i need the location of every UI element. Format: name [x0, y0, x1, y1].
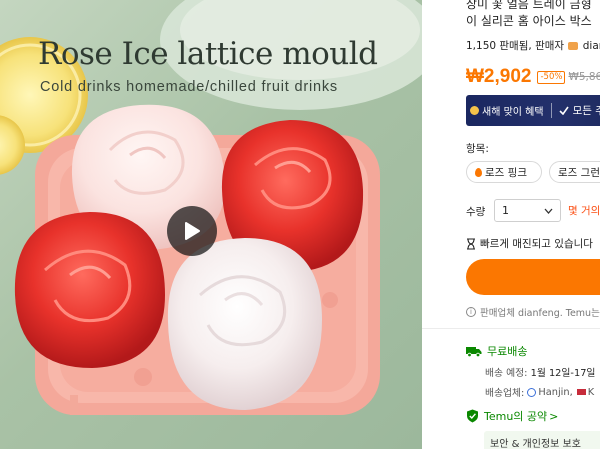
rose-white: [167, 238, 322, 410]
seller-note: i 판매업체 dianfeng. Temu는: [466, 305, 600, 319]
carrier-label: 배송업체:: [485, 388, 525, 399]
security-text: 보안 & 개인정보 보호: [490, 438, 581, 449]
security-privacy-box[interactable]: 보안 & 개인정보 보호: [484, 431, 600, 449]
promo-icon: [470, 106, 479, 115]
delivery-label: 배송 예정:: [485, 368, 528, 379]
korea-post-logo-icon: [576, 389, 586, 395]
promise-text: Temu의 공약: [484, 410, 548, 423]
hero-title: Rose Ice lattice mould: [38, 36, 378, 72]
free-shipping-row[interactable]: 무료배송: [466, 343, 527, 359]
delivery-estimate: 배송 예정: 1월 12일-17일: [485, 365, 595, 379]
chevron-right-icon: >: [549, 409, 559, 423]
check-icon: [558, 106, 569, 115]
seller-name[interactable]: diar: [583, 40, 600, 52]
quantity-label: 수량: [466, 206, 486, 218]
product-title-line-1[interactable]: 장미 꽃 얼음 트레이 금형: [466, 0, 592, 13]
play-icon: [185, 222, 200, 240]
selling-fast-row: 빠르게 매진되고 있습니다: [466, 236, 593, 251]
option-chip-label: 로즈 그런: [558, 166, 600, 179]
promo-text: 새해 맞이 혜택: [482, 107, 544, 118]
price-row: ₩2,902 -50% ₩5,865: [466, 66, 600, 88]
discount-badge: -50%: [537, 70, 566, 84]
option-chip-rose-pink[interactable]: 로즈 핑크: [466, 161, 542, 183]
price: ₩2,902: [466, 66, 532, 87]
seller-note-text: 판매업체 dianfeng. Temu는: [480, 308, 600, 319]
sales-meta: 1,150 판매됨, 판매자 diar: [466, 38, 600, 53]
hero-subtitle: Cold drinks homemade/chilled fruit drink…: [40, 79, 338, 95]
carrier-row: 배송업체: Hanjin, K: [485, 385, 595, 400]
delivery-dates: 1월 12일-17일: [530, 368, 596, 379]
rose-red-bottom-left: [14, 212, 166, 368]
info-icon: i: [466, 307, 476, 317]
selling-fast-text: 빠르게 매진되고 있습니다: [480, 238, 593, 250]
seller-store-icon: [568, 42, 579, 50]
section-divider: [422, 328, 600, 329]
product-image[interactable]: Rose Ice lattice mould Cold drinks homem…: [0, 0, 422, 449]
banner-divider: [550, 103, 552, 118]
promo-section: 새해 맞이 혜택: [466, 103, 544, 118]
sold-count: 1,150 판매됨: [466, 40, 529, 52]
flame-icon: [475, 167, 482, 177]
carrier-second: K: [587, 386, 595, 398]
video-play-button[interactable]: [167, 206, 217, 256]
product-info-panel: 장미 꽃 얼음 트레이 금형 이 실리콘 홈 아이스 박스 1,150 판매됨,…: [422, 0, 600, 449]
promo-banner[interactable]: 새해 맞이 혜택 모든 주: [466, 95, 600, 126]
secure-section: 모든 주: [558, 103, 600, 118]
option-chip-label: 로즈 핑크: [485, 166, 527, 179]
chevron-down-icon: [544, 208, 553, 214]
original-price: ₩5,865: [568, 71, 600, 83]
stock-warning-text: 몇 거의: [568, 205, 600, 217]
seller-prefix: 판매자: [535, 40, 565, 52]
add-to-cart-button[interactable]: [466, 259, 600, 295]
secure-text: 모든 주: [572, 105, 600, 117]
free-shipping-text: 무료배송: [487, 345, 528, 358]
option-label: 항목:: [466, 143, 489, 155]
option-chip-rose-green[interactable]: 로즈 그런: [549, 161, 600, 183]
product-title-line-2[interactable]: 이 실리콘 홈 아이스 박스: [466, 13, 592, 30]
hanjin-logo-icon: [527, 387, 537, 397]
stock-warning: 몇 거의: [568, 203, 600, 218]
quantity-value: 1: [502, 204, 509, 217]
shield-check-icon: [467, 409, 478, 423]
truck-icon: [466, 346, 482, 357]
temu-promise-link[interactable]: Temu의 공약 >: [466, 408, 558, 424]
quantity-select[interactable]: 1: [494, 199, 561, 222]
hourglass-icon: [467, 237, 475, 250]
carrier-hanjin: Hanjin,: [538, 386, 573, 398]
